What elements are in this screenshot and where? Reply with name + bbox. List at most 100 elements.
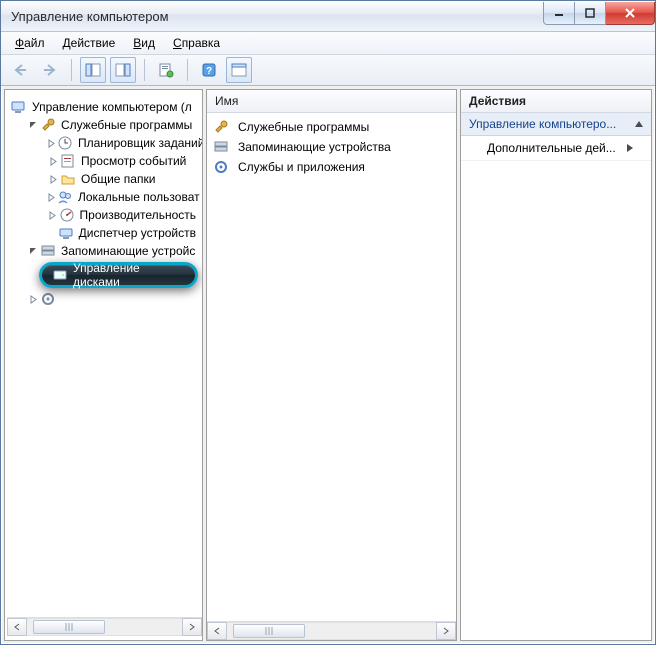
expand-icon[interactable] (47, 155, 59, 167)
tools-icon (40, 117, 56, 133)
performance-icon (59, 207, 75, 223)
list-item[interactable]: Служебные программы (213, 117, 450, 137)
arrow-back-icon (12, 63, 28, 77)
storage-icon (40, 243, 56, 259)
titlebar[interactable]: Управление компьютером (1, 1, 655, 32)
help-button[interactable]: ? (196, 57, 222, 83)
actions-header-label: Действия (469, 94, 526, 108)
tree-device-manager[interactable]: Диспетчер устройств (9, 224, 202, 242)
expand-spacer (47, 227, 57, 239)
scroll-right-button[interactable] (182, 618, 202, 636)
folder-share-icon (60, 171, 76, 187)
tree-label: Локальные пользоват (76, 190, 202, 204)
actions-body (461, 161, 651, 640)
actions-more[interactable]: Дополнительные дей... (461, 136, 651, 161)
actions-pane: Действия Управление компьютеро... Дополн… (460, 89, 652, 641)
list-hscroll[interactable] (207, 621, 456, 640)
device-icon (58, 225, 74, 241)
tree-performance[interactable]: Производительность (9, 206, 202, 224)
properties-button[interactable] (153, 57, 179, 83)
scroll-thumb[interactable] (233, 624, 305, 638)
maximize-button[interactable] (575, 2, 606, 25)
help-icon: ? (201, 62, 217, 78)
tree-body[interactable]: Управление компьютером (л Служебные прог… (7, 94, 202, 617)
tree-label: Управление дисками (71, 261, 185, 289)
window-buttons (543, 2, 655, 24)
users-icon (57, 189, 73, 205)
toolbar: ? (1, 55, 655, 86)
menu-action[interactable]: Действие (55, 34, 124, 52)
expand-icon[interactable] (47, 137, 56, 149)
tree-disk-management-selected[interactable]: Управление дисками (39, 262, 198, 288)
scroll-track[interactable] (27, 618, 182, 636)
tree-system-tools[interactable]: Служебные программы (9, 116, 202, 134)
scroll-track[interactable] (227, 622, 436, 640)
menu-help[interactable]: Справка (165, 34, 228, 52)
actions-more-label: Дополнительные дей... (487, 141, 616, 155)
nav-back-button[interactable] (7, 57, 33, 83)
show-tree-button[interactable] (80, 57, 106, 83)
actions-section-label: Управление компьютеро... (469, 117, 616, 131)
actions-pane-icon (115, 63, 131, 77)
scroll-left-button[interactable] (7, 618, 27, 636)
tree-event-viewer[interactable]: Просмотр событий (9, 152, 202, 170)
tree-label: Запоминающие устройс (59, 244, 197, 258)
tree-label: Служебные программы (59, 118, 194, 132)
close-icon (624, 7, 636, 19)
tree-label: Управление компьютером (л (30, 100, 194, 114)
tools-icon (213, 119, 229, 135)
toolbar-separator (71, 59, 72, 81)
maximize-icon (585, 8, 595, 18)
svg-text:?: ? (206, 66, 212, 77)
clock-icon (57, 135, 73, 151)
tree-pane-icon (85, 63, 101, 77)
toolbar-separator (144, 59, 145, 81)
menu-file[interactable]: Файл (7, 34, 53, 52)
tree-local-users[interactable]: Локальные пользоват (9, 188, 202, 206)
actions-section[interactable]: Управление компьютеро... (461, 113, 651, 136)
nav-forward-button[interactable] (37, 57, 63, 83)
scroll-thumb[interactable] (33, 620, 105, 634)
tree-task-scheduler[interactable]: Планировщик заданий (9, 134, 202, 152)
scroll-left-button[interactable] (207, 622, 227, 640)
tree-label: Диспетчер устройств (77, 226, 198, 240)
list-pane-icon (231, 63, 247, 77)
event-icon (60, 153, 76, 169)
minimize-button[interactable] (543, 2, 575, 25)
collapse-icon[interactable] (27, 245, 39, 257)
tree-label: ... (59, 292, 73, 306)
chevron-right-icon (627, 144, 633, 152)
tree-label: Производительность (78, 208, 198, 222)
expand-icon[interactable] (47, 173, 59, 185)
disk-icon (52, 267, 68, 283)
tree-services-hidden[interactable]: ... (9, 290, 202, 308)
collapse-icon[interactable] (27, 119, 39, 131)
expand-icon[interactable] (47, 209, 58, 221)
list-item[interactable]: Запоминающие устройства (213, 137, 450, 157)
tree-root[interactable]: Управление компьютером (л (9, 98, 202, 116)
list-body[interactable]: Служебные программы Запоминающие устройс… (207, 113, 456, 621)
tree-label: Общие папки (79, 172, 157, 186)
properties-icon (158, 62, 174, 78)
tree-label: Просмотр событий (79, 154, 188, 168)
list-item[interactable]: Службы и приложения (213, 157, 450, 177)
menubar: Файл Действие Вид Справка (1, 32, 655, 55)
menu-view[interactable]: Вид (125, 34, 163, 52)
collapse-up-icon (635, 121, 643, 127)
expand-icon[interactable] (27, 293, 39, 305)
storage-icon (213, 139, 229, 155)
list-header[interactable]: Имя (207, 90, 456, 113)
close-button[interactable] (606, 2, 655, 25)
scroll-right-button[interactable] (436, 622, 456, 640)
tree-hscroll[interactable] (7, 617, 202, 636)
list-item-label: Запоминающие устройства (238, 140, 391, 154)
tree-shared-folders[interactable]: Общие папки (9, 170, 202, 188)
tree-pane: Управление компьютером (л Служебные прог… (4, 89, 203, 641)
expand-icon[interactable] (47, 191, 56, 203)
refresh-button[interactable] (226, 57, 252, 83)
computer-icon (11, 99, 27, 115)
show-actions-button[interactable] (110, 57, 136, 83)
tree-storage[interactable]: Запоминающие устройс (9, 242, 202, 260)
list-item-label: Службы и приложения (238, 160, 365, 174)
tree-label: Планировщик заданий (76, 136, 202, 150)
